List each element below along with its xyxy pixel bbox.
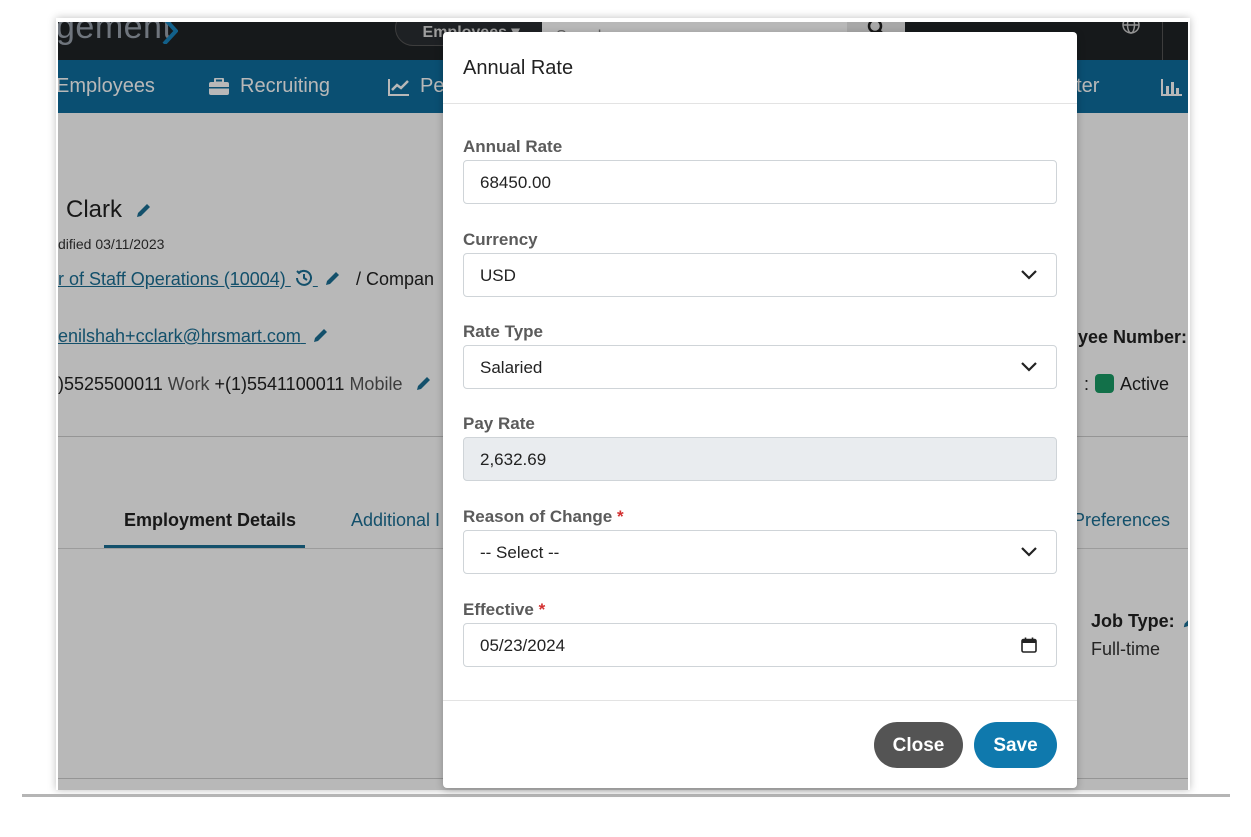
effective-label-text: Effective xyxy=(463,600,534,619)
pay-rate-value: 2,632.69 xyxy=(480,450,547,469)
effective-label: Effective * xyxy=(463,600,545,620)
annual-rate-label: Annual Rate xyxy=(463,137,563,156)
calendar-icon[interactable] xyxy=(1021,637,1037,653)
annual-rate-modal: Annual Rate Annual Rate 68450.00 Currenc… xyxy=(443,32,1077,788)
pay-rate-label: Pay Rate xyxy=(463,414,535,433)
chevron-down-icon xyxy=(1021,547,1037,557)
required-mark: * xyxy=(616,507,624,526)
annual-rate-input[interactable]: 68450.00 xyxy=(463,160,1057,204)
pay-rate-input: 2,632.69 xyxy=(463,437,1057,481)
modal-footer-divider xyxy=(443,700,1077,701)
reason-of-change-label: Reason of Change * xyxy=(463,507,624,527)
page-bottom-rule xyxy=(22,794,1230,797)
currency-select[interactable]: USD xyxy=(463,253,1057,297)
rate-type-value: Salaried xyxy=(480,358,543,377)
currency-label: Currency xyxy=(463,230,538,249)
save-button[interactable]: Save xyxy=(974,722,1057,768)
rate-type-select[interactable]: Salaried xyxy=(463,345,1057,389)
close-button[interactable]: Close xyxy=(874,722,963,768)
currency-value: USD xyxy=(480,266,516,285)
reason-of-change-select[interactable]: -- Select -- xyxy=(463,530,1057,574)
reason-of-change-label-text: Reason of Change xyxy=(463,507,613,526)
required-mark: * xyxy=(538,600,546,619)
effective-date-value: 05/23/2024 xyxy=(480,636,566,655)
modal-header: Annual Rate xyxy=(443,32,1077,104)
chevron-down-icon xyxy=(1021,270,1037,280)
chevron-down-icon xyxy=(1021,362,1037,372)
modal-title: Annual Rate xyxy=(463,57,574,79)
reason-of-change-value: -- Select -- xyxy=(480,543,560,562)
annual-rate-value: 68450.00 xyxy=(480,173,551,192)
effective-date-input[interactable]: 05/23/2024 xyxy=(463,623,1057,667)
rate-type-label: Rate Type xyxy=(463,322,543,341)
